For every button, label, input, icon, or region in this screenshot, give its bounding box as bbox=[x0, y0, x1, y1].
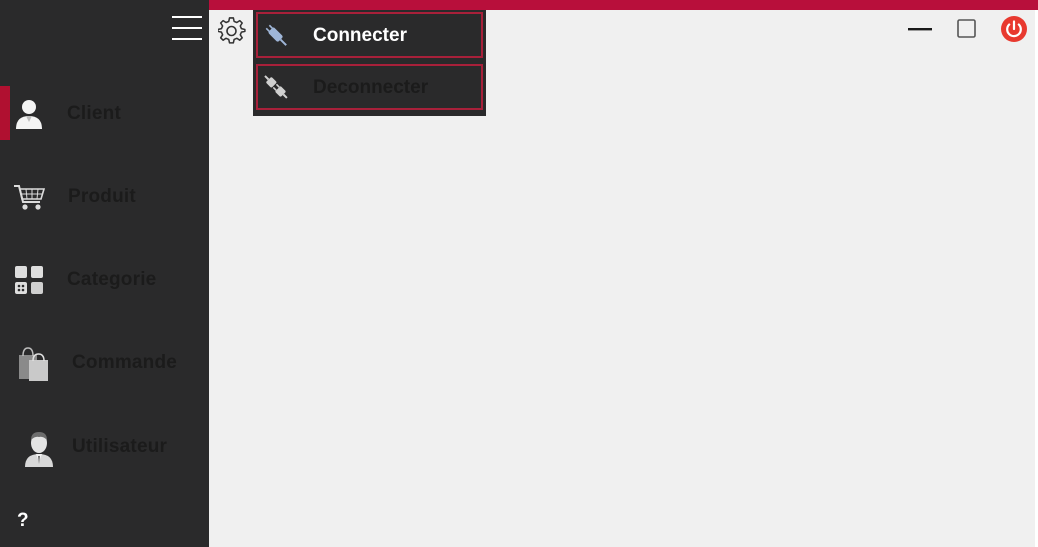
maximize-icon[interactable] bbox=[956, 18, 978, 40]
shopping-bags-icon bbox=[19, 347, 48, 381]
shopping-cart-icon bbox=[14, 185, 45, 210]
settings-dropdown-menu: Connecter Deconnecter bbox=[253, 10, 486, 116]
sidebar-item-label: Commande bbox=[72, 352, 178, 373]
menu-item-connecter[interactable]: Connecter bbox=[256, 12, 483, 58]
menu-item-deconnecter[interactable]: Deconnecter bbox=[256, 64, 483, 110]
minimize-icon[interactable] bbox=[906, 18, 934, 40]
sidebar-item-label: Categorie bbox=[67, 269, 157, 290]
plug-connect-icon bbox=[265, 24, 287, 46]
help-button[interactable]: ? bbox=[17, 510, 33, 532]
plug-disconnect-icon bbox=[264, 75, 288, 99]
active-indicator bbox=[0, 86, 10, 140]
menu-item-label: Connecter bbox=[313, 25, 407, 46]
sidebar-item-produit[interactable]: Produit bbox=[0, 169, 209, 223]
gear-icon[interactable] bbox=[218, 17, 246, 45]
menu-item-label: Deconnecter bbox=[313, 77, 429, 98]
user-icon bbox=[16, 100, 42, 129]
sidebar-item-categorie[interactable]: Categorie bbox=[0, 252, 209, 306]
hamburger-menu-icon[interactable] bbox=[172, 16, 202, 40]
sidebar-item-commande[interactable]: Commande bbox=[0, 335, 209, 389]
sidebar: Client Produit Categorie Commande Utilis… bbox=[0, 0, 209, 547]
power-icon[interactable] bbox=[1000, 15, 1028, 43]
sidebar-item-label: Utilisateur bbox=[72, 436, 168, 457]
sidebar-item-utilisateur[interactable]: Utilisateur bbox=[0, 419, 209, 473]
sidebar-item-label: Client bbox=[67, 103, 121, 124]
user-avatar-icon bbox=[25, 432, 53, 467]
top-accent-bar bbox=[209, 0, 1038, 10]
sidebar-item-label: Produit bbox=[68, 186, 136, 207]
sidebar-item-client[interactable]: Client bbox=[0, 86, 209, 140]
category-grid-icon bbox=[15, 266, 43, 294]
